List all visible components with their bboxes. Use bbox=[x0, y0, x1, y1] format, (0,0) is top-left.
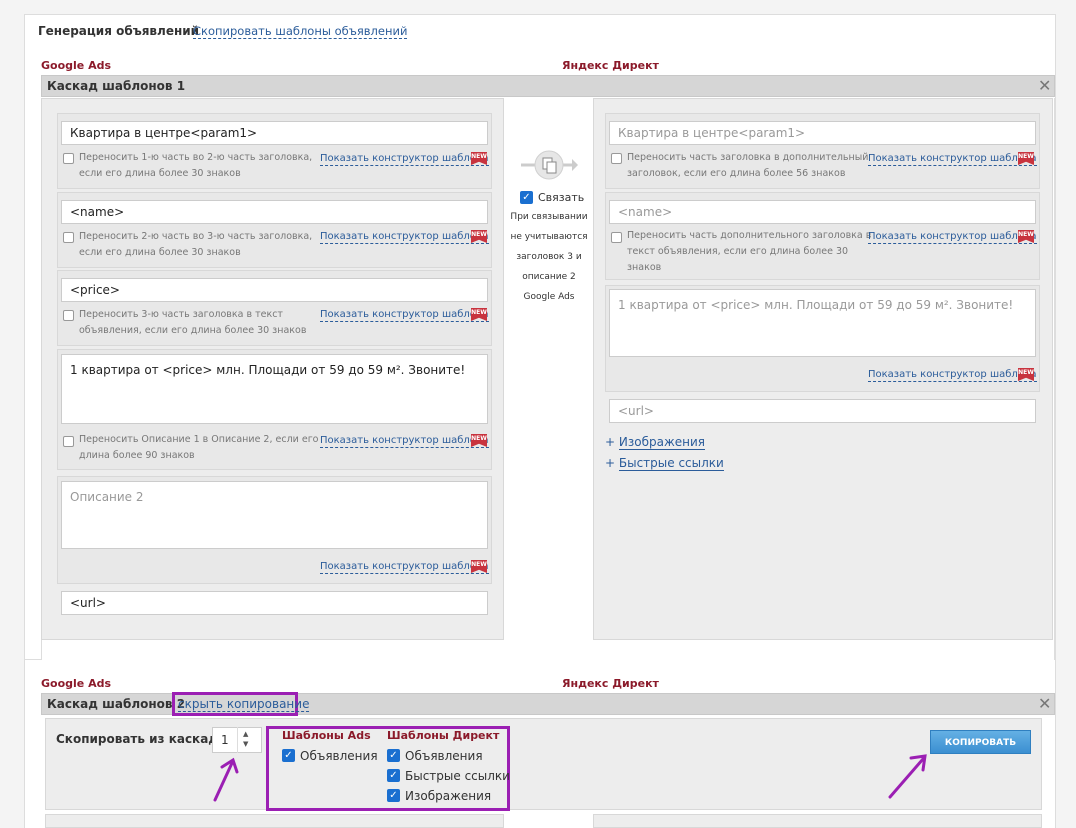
cascade-header bbox=[41, 75, 1055, 97]
close-icon[interactable]: ✕ bbox=[1038, 78, 1051, 94]
annotation-arrow-icon bbox=[213, 757, 239, 802]
yandex-direct-column bbox=[593, 814, 1042, 828]
stepper-value: 1 bbox=[221, 733, 229, 747]
headline3-wrap-hint: Переносить 3-ю часть заголовка в текст об… bbox=[79, 309, 307, 336]
headline3-input[interactable]: <price> bbox=[61, 278, 488, 302]
google-ads-label: Google Ads bbox=[41, 677, 112, 690]
google-ads-label: Google Ads bbox=[41, 59, 112, 72]
yandex-extra-headline-wrap-checkbox[interactable] bbox=[611, 232, 622, 243]
yandex-headline-wrap-checkbox[interactable] bbox=[611, 153, 622, 164]
yandex-extra-headline-input[interactable]: <name> bbox=[609, 200, 1036, 224]
yandex-direct-label: Яндекс Директ bbox=[562, 677, 659, 690]
copy-button[interactable]: КОПИРОВАТЬ bbox=[930, 730, 1031, 754]
hide-copy-link[interactable]: скрыть копирование bbox=[178, 698, 310, 712]
description1-wrap-hint: Переносить Описание 1 в Описание 2, если… bbox=[79, 434, 319, 461]
close-icon[interactable]: ✕ bbox=[1038, 696, 1051, 712]
headline2-wrap-hint: Переносить 2-ю часть во 3-ю часть заголо… bbox=[79, 231, 313, 258]
copy-from-label: Скопировать из каскада bbox=[56, 732, 227, 746]
ads-ads-checkbox[interactable]: ✓ bbox=[282, 749, 295, 762]
show-builder-link[interactable]: Показать конструктор шаблона bbox=[320, 231, 489, 244]
direct-images-checkbox[interactable]: ✓ bbox=[387, 789, 400, 802]
direct-ads-checkbox[interactable]: ✓ bbox=[387, 749, 400, 762]
yandex-direct-label: Яндекс Директ bbox=[562, 59, 659, 72]
show-builder-link[interactable]: Показать конструктор шаблона bbox=[320, 153, 489, 166]
show-builder-link[interactable]: Показать конструктор шаблона bbox=[868, 369, 1037, 382]
page-title: Генерация объявлений bbox=[38, 24, 200, 38]
description2-textarea[interactable]: Описание 2 bbox=[61, 481, 488, 549]
yandex-url-input[interactable]: <url> bbox=[609, 399, 1036, 423]
direct-ads-label: Объявления bbox=[405, 749, 483, 763]
headline2-wrap-checkbox[interactable] bbox=[63, 232, 74, 243]
show-builder-link[interactable]: Показать конструктор шаблона bbox=[320, 435, 489, 448]
headline1-wrap-hint: Переносить 1-ю часть во 2-ю часть заголо… bbox=[79, 152, 313, 179]
annotation-arrow-icon bbox=[888, 754, 927, 799]
yandex-headline-input[interactable]: Квартира в центре<param1> bbox=[609, 121, 1036, 145]
direct-templates-title: Шаблоны Директ bbox=[387, 729, 500, 742]
google-url-input[interactable]: <url> bbox=[61, 591, 488, 615]
direct-quicklinks-label: Быстрые ссылки bbox=[405, 769, 510, 783]
quicklinks-link[interactable]: + Быстрые ссылки bbox=[605, 456, 724, 471]
copy-templates-link[interactable]: Скопировать шаблоны объявлений bbox=[193, 25, 408, 39]
cascade-title: Каскад шаблонов 1 bbox=[47, 79, 186, 93]
link-label: Связать bbox=[538, 191, 585, 204]
show-builder-link[interactable]: Показать конструктор шаблона bbox=[868, 231, 1037, 244]
show-builder-link[interactable]: Показать конструктор шаблона bbox=[320, 561, 489, 574]
headline3-wrap-checkbox[interactable] bbox=[63, 310, 74, 321]
headline1-wrap-checkbox[interactable] bbox=[63, 153, 74, 164]
google-ads-column bbox=[45, 814, 504, 828]
yandex-text-textarea[interactable]: 1 квартира от <price> млн. Площади от 59… bbox=[609, 289, 1036, 357]
direct-quicklinks-checkbox[interactable]: ✓ bbox=[387, 769, 400, 782]
stepper-divider bbox=[237, 727, 238, 753]
link-checkbox[interactable]: ✓ bbox=[520, 191, 533, 204]
cascade-title: Каскад шаблонов 2 bbox=[47, 697, 186, 711]
yandex-headline-wrap-hint: Переносить часть заголовка в дополнитель… bbox=[627, 152, 869, 179]
direct-images-label: Изображения bbox=[405, 789, 492, 803]
headline2-input[interactable]: <name> bbox=[61, 200, 488, 224]
description1-textarea[interactable]: 1 квартира от <price> млн. Площади от 59… bbox=[61, 354, 488, 424]
stepper-arrows-icon[interactable]: ▲ ▼ bbox=[243, 729, 248, 749]
yandex-extra-headline-wrap-hint: Переносить часть дополнительного заголов… bbox=[627, 230, 872, 273]
ads-ads-label: Объявления bbox=[300, 749, 378, 763]
ads-templates-title: Шаблоны Ads bbox=[282, 729, 371, 742]
link-note: При связывании не учитываются заголовок … bbox=[510, 212, 588, 302]
images-link[interactable]: + Изображения bbox=[605, 435, 706, 450]
show-builder-link[interactable]: Показать конструктор шаблона bbox=[868, 153, 1037, 166]
copy-arrow-icon bbox=[519, 148, 579, 182]
show-builder-link[interactable]: Показать конструктор шаблона bbox=[320, 309, 489, 322]
description1-wrap-checkbox[interactable] bbox=[63, 436, 74, 447]
headline1-input[interactable]: Квартира в центре<param1> bbox=[61, 121, 488, 145]
